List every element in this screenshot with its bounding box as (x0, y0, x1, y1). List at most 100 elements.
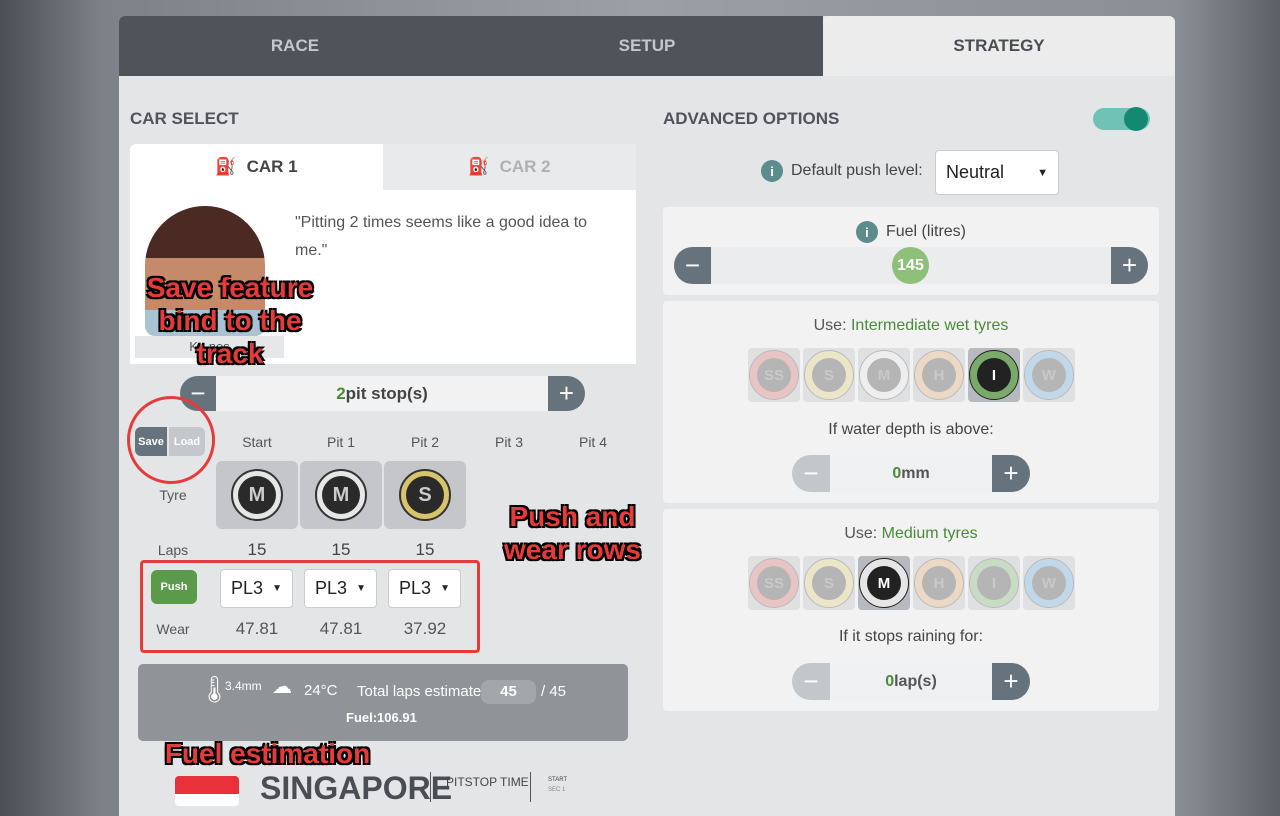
pit-plus-button[interactable]: + (548, 376, 585, 411)
car-tab-1[interactable]: ⛽ CAR 1 (130, 144, 383, 190)
tab-race[interactable]: RACE (119, 16, 471, 76)
car-tab-label: CAR 2 (499, 157, 551, 176)
tyre-compound: S (406, 476, 444, 514)
laps-minus-button[interactable]: − (792, 663, 830, 700)
fuel-value[interactable]: 145 (892, 247, 929, 284)
col-pit2: Pit 2 (410, 434, 439, 450)
tyre-icon: H (914, 558, 964, 608)
tyre-letter: W (1032, 358, 1066, 392)
fuel-minus-button[interactable]: − (674, 247, 711, 284)
annotation-push: Push and wear rows (504, 501, 641, 565)
advanced-options-title: ADVANCED OPTIONS (663, 109, 840, 128)
rule2-use: Use: Medium tyres (663, 525, 1159, 543)
tyre-letter: H (922, 566, 956, 600)
tyre-icon: S (399, 469, 451, 521)
unit: lap(s) (894, 672, 937, 690)
laps-plus-button[interactable]: + (992, 663, 1030, 700)
tyre-icon: I (969, 350, 1019, 400)
dry-laps-value: 0 lap(s) (830, 663, 992, 700)
temperature: 24°C (304, 682, 338, 699)
tab-setup[interactable]: SETUP (471, 16, 823, 76)
tyre-option-ss[interactable]: SS (748, 556, 800, 610)
col-pit3: Pit 3 (494, 434, 523, 450)
fuel-estimate: Fuel:106.91 (346, 710, 417, 725)
driver-quote: "Pitting 2 times seems like a good idea … (295, 214, 588, 259)
tyre-option-w[interactable]: W (1023, 556, 1075, 610)
tyre-letter: I (977, 566, 1011, 600)
row-laps-label: Laps (157, 542, 189, 558)
tyre-icon: W (1024, 558, 1074, 608)
stint-tyre-slot[interactable]: M (216, 461, 298, 529)
legend-start: START (548, 777, 568, 783)
stint-laps: 15 (415, 540, 435, 559)
fuel-card: i Fuel (litres) − 145 + (663, 207, 1159, 295)
tyre-option-h[interactable]: H (913, 556, 965, 610)
push-level-select[interactable]: Neutral ▼ (935, 150, 1059, 195)
value: 0 (892, 464, 902, 482)
tyre-icon: M (859, 558, 909, 608)
tyre-letter: H (922, 358, 956, 392)
info-icon[interactable]: i (761, 160, 783, 182)
unit: mm (901, 464, 930, 482)
tab-strategy[interactable]: STRATEGY (823, 16, 1175, 76)
tyre-letter: M (867, 566, 901, 600)
chevron-down-icon: ▼ (1037, 166, 1048, 179)
stint-laps: 15 (331, 540, 351, 559)
laps-estimate-label: Total laps estimate: (357, 683, 486, 700)
tyre-letter: I (977, 358, 1011, 392)
tyre-option-s[interactable]: S (803, 348, 855, 402)
stint-tyre-slot[interactable]: S (384, 461, 466, 529)
rule2-condition: If it stops raining for: (838, 628, 984, 645)
tyre-letter: SS (757, 358, 791, 392)
water-depth: 3.4mm (225, 679, 262, 693)
fuel-label: Fuel (litres) (885, 223, 966, 240)
use-label: Use: (813, 317, 851, 334)
push-level-value: Neutral (946, 162, 1005, 182)
car-icon: ⛽ (468, 157, 490, 176)
pit-stops-value: 2 pit stop(s) (216, 376, 548, 411)
tyre-option-w[interactable]: W (1023, 348, 1075, 402)
tyre-option-i[interactable]: I (968, 348, 1020, 402)
tyre-letter: S (812, 358, 846, 392)
laps-total: / 45 (541, 683, 567, 700)
tyre-icon: M (231, 469, 283, 521)
tyre-icon: W (1024, 350, 1074, 400)
car-tab-label: CAR 1 (246, 157, 298, 176)
tyre-icon: S (804, 350, 854, 400)
tyre-option-ss[interactable]: SS (748, 348, 800, 402)
tyre-icon: M (315, 469, 367, 521)
tyre-icon: SS (749, 350, 799, 400)
tyre-option-m[interactable]: M (858, 556, 910, 610)
tyre-letter: SS (757, 566, 791, 600)
water-minus-button[interactable]: − (792, 455, 830, 492)
col-pit1: Pit 1 (326, 434, 355, 450)
use-label: Use: (844, 525, 882, 542)
annotation-circle (127, 396, 215, 484)
annotation-fuel: Fuel estimation (164, 738, 371, 769)
advanced-toggle[interactable] (1093, 107, 1150, 131)
tyre-icon: H (914, 350, 964, 400)
rule1-condition: If water depth is above: (828, 421, 994, 438)
tyre-option-m[interactable]: M (858, 348, 910, 402)
water-plus-button[interactable]: + (992, 455, 1030, 492)
dry-rule-card: Use: Medium tyres SS S M H I W If it stops ra… (663, 509, 1159, 711)
car-tab-2[interactable]: ⛽ CAR 2 (383, 144, 636, 190)
race-info-bar: 🌡 3.4mm ☁ 24°C Total laps estimate: 45 /… (138, 664, 628, 741)
fuel-label-row: i Fuel (litres) (663, 221, 1159, 243)
car-icon: ⛽ (215, 157, 237, 176)
col-start: Start (242, 434, 272, 450)
tyre-letter: W (1032, 566, 1066, 600)
divider (530, 772, 531, 802)
annotation-box (140, 560, 480, 653)
laps-estimate-input[interactable]: 45 (481, 680, 536, 704)
tyre-option-s[interactable]: S (803, 556, 855, 610)
tyre-option-h[interactable]: H (913, 348, 965, 402)
rule2-tyre: Medium tyres (881, 525, 978, 542)
tyre-option-i[interactable]: I (968, 556, 1020, 610)
tyre-icon: SS (749, 558, 799, 608)
tyre-compound: M (238, 476, 276, 514)
info-icon[interactable]: i (855, 221, 878, 243)
stint-tyre-slot[interactable]: M (300, 461, 382, 529)
tyre-letter: M (867, 358, 901, 392)
fuel-plus-button[interactable]: + (1111, 247, 1148, 284)
